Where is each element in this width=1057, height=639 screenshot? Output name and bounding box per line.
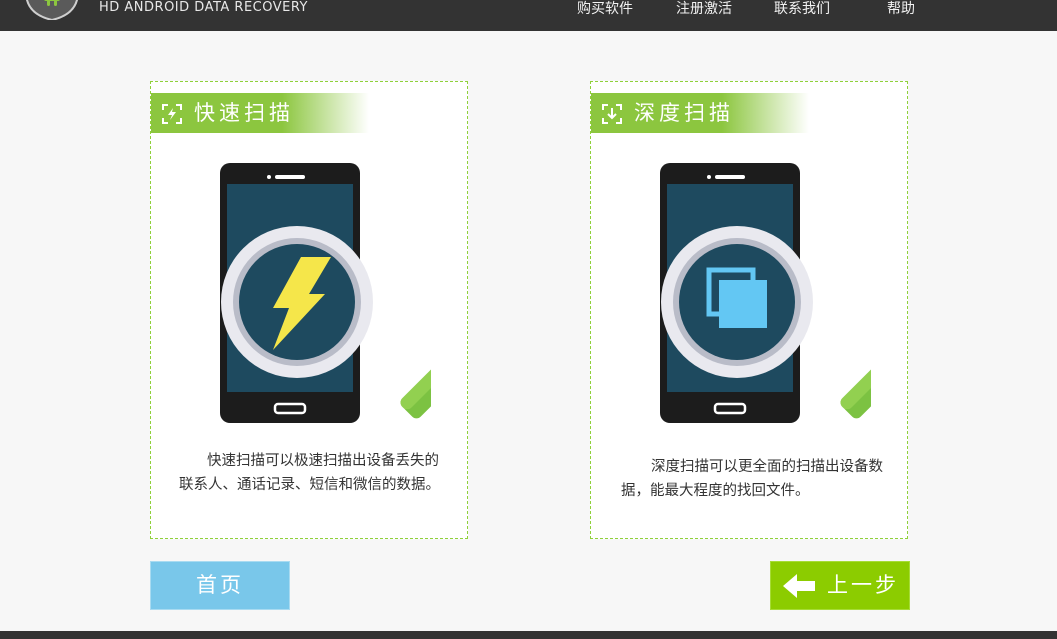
phone-lightning-illustration xyxy=(220,163,431,423)
nav-contact[interactable]: 联系我们 xyxy=(774,0,830,20)
android-shield-logo xyxy=(26,0,78,20)
top-bar: HD ANDROID DATA RECOVERY 购买软件 注册激活 联系我们 … xyxy=(0,0,1057,31)
scan-frame-icon xyxy=(162,104,182,124)
back-button[interactable]: 上一步 xyxy=(770,561,910,610)
back-button-label: 上一步 xyxy=(827,573,899,597)
quick-scan-card[interactable]: 快速扫描 快速扫描可以极速扫描出设备丢失的联系人、通话记录、短信和微信的数据。 xyxy=(150,81,468,539)
app-title: HD ANDROID DATA RECOVERY xyxy=(99,0,308,15)
bottom-bar xyxy=(0,631,1057,639)
deep-scan-description: 深度扫描可以更全面的扫描出设备数据，能最大程度的找回文件。 xyxy=(621,459,883,499)
home-button[interactable]: 首页 xyxy=(150,561,290,610)
nav-register[interactable]: 注册激活 xyxy=(676,0,732,20)
phone-layers-illustration xyxy=(660,163,871,423)
deep-scan-card[interactable]: 深度扫描 深度扫描可以更全面的扫描出设备数据，能最大程度的找回文件。 xyxy=(590,81,908,539)
nav-help[interactable]: 帮助 xyxy=(887,0,915,20)
scan-frame-download-icon xyxy=(602,104,622,124)
deep-scan-title: 深度扫描 xyxy=(634,101,734,125)
arrow-left-icon xyxy=(783,574,815,598)
nav-buy[interactable]: 购买软件 xyxy=(577,0,633,20)
quick-scan-title: 快速扫描 xyxy=(194,101,294,125)
quick-scan-description: 快速扫描可以极速扫描出设备丢失的联系人、通话记录、短信和微信的数据。 xyxy=(179,453,440,493)
deep-scan-header: 深度扫描 xyxy=(591,93,809,133)
quick-scan-header: 快速扫描 xyxy=(151,93,369,133)
